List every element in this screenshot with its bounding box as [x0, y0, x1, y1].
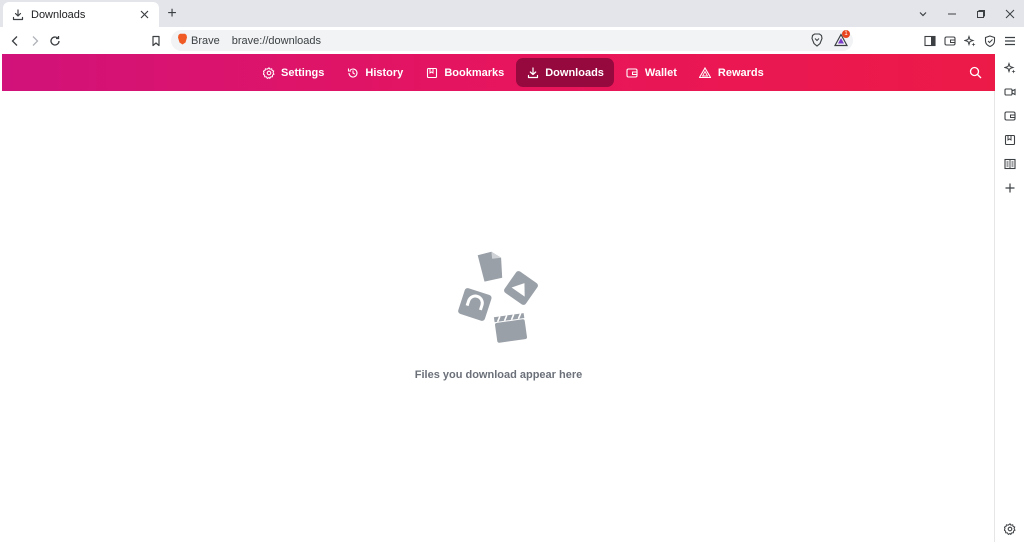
- brave-settings-navbar: Settings History Bookmarks Downloads Wal…: [2, 54, 995, 91]
- brave-lion-icon: [177, 33, 188, 48]
- empty-state-message: Files you download appear here: [414, 369, 583, 381]
- leo-ai-icon[interactable]: [960, 31, 980, 51]
- nav-history[interactable]: History: [336, 58, 413, 87]
- rewards-badge: 1: [842, 30, 850, 38]
- nav-rewards-label: Rewards: [717, 66, 764, 79]
- nav-wallet[interactable]: Wallet: [616, 58, 687, 87]
- audio-icon: [458, 288, 492, 321]
- vpn-shield-icon[interactable]: [980, 31, 1000, 51]
- nav-rewards[interactable]: Rewards: [689, 58, 774, 87]
- brave-shields-icon[interactable]: [807, 30, 827, 50]
- sidebar-toggle-icon[interactable]: [920, 31, 940, 51]
- brave-site-chip[interactable]: Brave: [177, 33, 220, 48]
- nav-history-label: History: [365, 66, 404, 79]
- file-icon: [477, 251, 503, 282]
- browser-toolbar: Brave brave://downloads 1: [0, 27, 1024, 54]
- reading-list-icon[interactable]: [1001, 155, 1019, 173]
- nav-bookmarks[interactable]: Bookmarks: [415, 58, 514, 87]
- nav-downloads[interactable]: Downloads: [516, 58, 614, 87]
- nav-wallet-label: Wallet: [644, 66, 677, 79]
- close-window-icon[interactable]: [995, 0, 1024, 27]
- tab-downloads[interactable]: Downloads: [3, 2, 159, 27]
- restore-icon[interactable]: [966, 0, 995, 27]
- side-panel: [996, 54, 1024, 544]
- bookmark-icon[interactable]: [1001, 131, 1019, 149]
- bookmark-page-icon[interactable]: [146, 31, 166, 51]
- address-bar[interactable]: Brave brave://downloads: [171, 30, 853, 51]
- url-text[interactable]: brave://downloads: [232, 35, 321, 47]
- search-icon[interactable]: [967, 64, 983, 80]
- nav-settings-label: Settings: [281, 66, 325, 79]
- history-icon: [346, 66, 359, 79]
- download-icon: [526, 66, 539, 79]
- gear-icon[interactable]: [1001, 520, 1019, 538]
- close-icon[interactable]: [137, 8, 151, 22]
- empty-downloads-illustration: [458, 251, 538, 343]
- image-icon: [504, 271, 538, 305]
- nav-settings[interactable]: Settings: [252, 58, 334, 87]
- leo-ai-icon[interactable]: [1001, 59, 1019, 77]
- gear-icon: [262, 66, 275, 79]
- download-icon: [11, 8, 25, 22]
- tab-title: Downloads: [31, 8, 86, 21]
- new-tab-button[interactable]: +: [163, 5, 181, 23]
- wallet-icon: [626, 66, 639, 79]
- nav-downloads-label: Downloads: [545, 66, 604, 79]
- reload-icon[interactable]: [45, 31, 65, 51]
- brave-chip-label: Brave: [191, 34, 220, 47]
- video-icon: [493, 313, 527, 343]
- nav-bookmarks-label: Bookmarks: [444, 66, 505, 79]
- brave-rewards-icon[interactable]: 1: [831, 30, 851, 50]
- wallet-icon[interactable]: [1001, 107, 1019, 125]
- back-icon[interactable]: [5, 31, 25, 51]
- bookmark-icon: [425, 66, 438, 79]
- tab-search-chevron-icon[interactable]: [908, 0, 937, 27]
- add-icon[interactable]: [1001, 179, 1019, 197]
- minimize-icon[interactable]: [937, 0, 966, 27]
- rewards-icon: [699, 66, 712, 79]
- downloads-page: Settings History Bookmarks Downloads Wal…: [2, 54, 995, 542]
- menu-icon[interactable]: [1000, 31, 1020, 51]
- forward-icon[interactable]: [25, 31, 45, 51]
- tab-strip: Downloads +: [0, 0, 1024, 27]
- talk-video-icon[interactable]: [1001, 83, 1019, 101]
- wallet-icon[interactable]: [940, 31, 960, 51]
